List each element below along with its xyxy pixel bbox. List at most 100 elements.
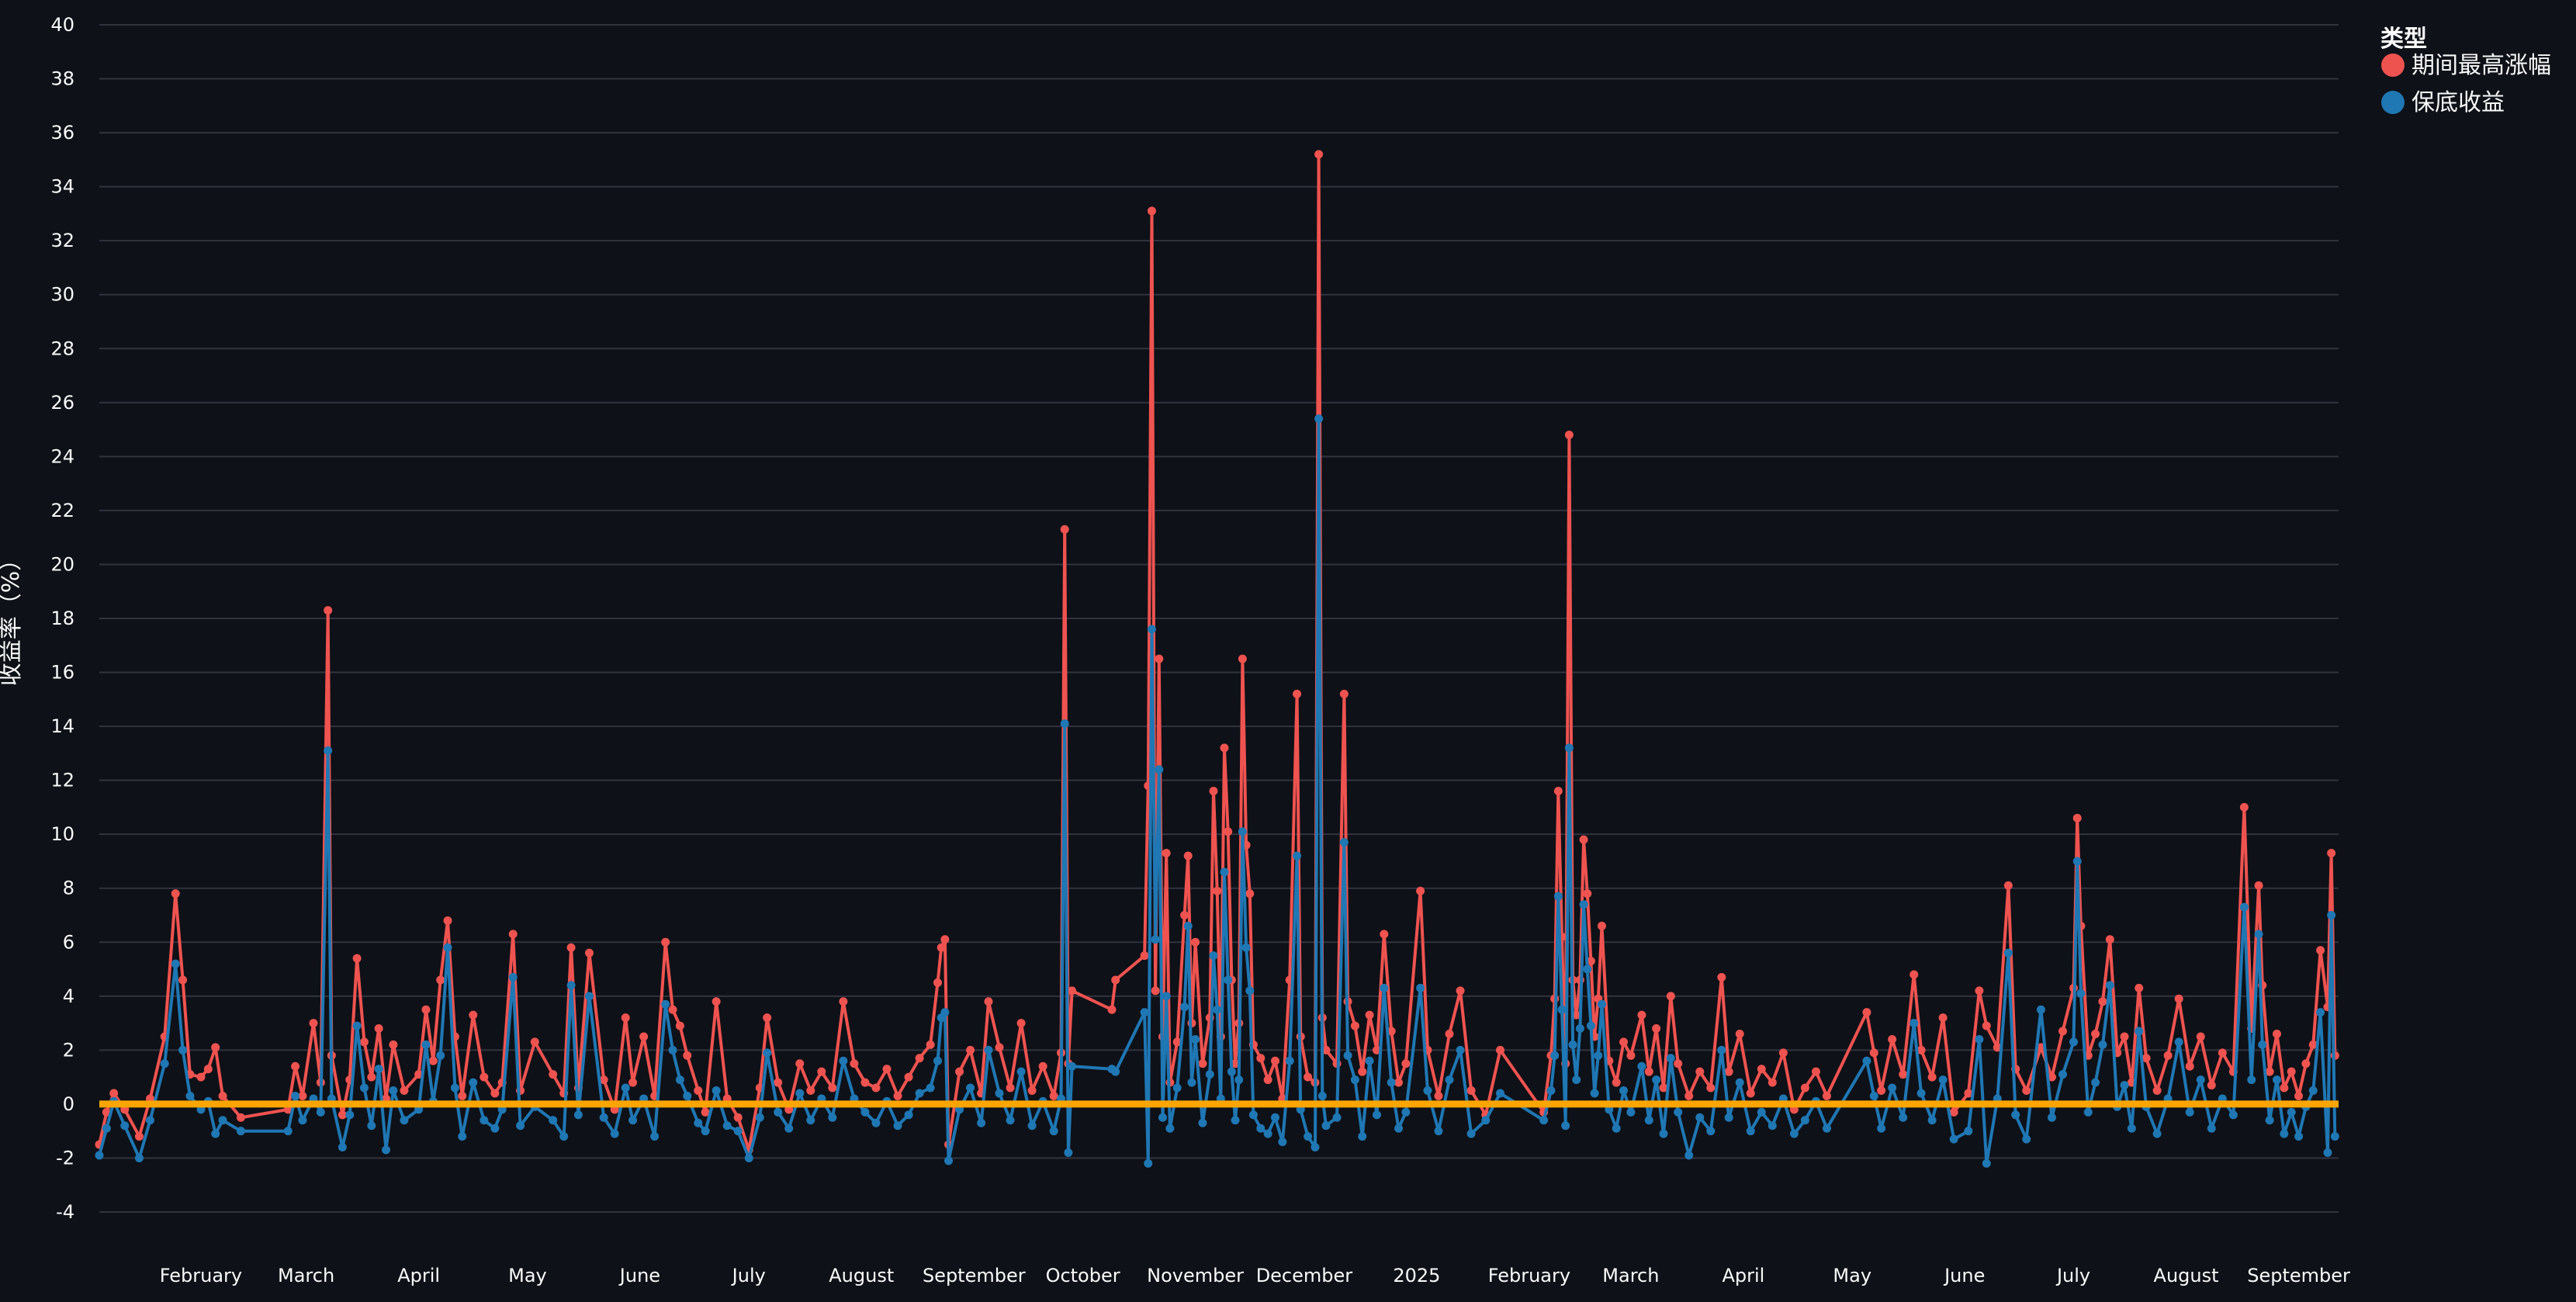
data-point[interactable] <box>1248 1110 1258 1120</box>
data-point[interactable] <box>1358 1132 1367 1141</box>
data-point[interactable] <box>661 999 670 1009</box>
data-point[interactable] <box>1339 838 1349 847</box>
data-point[interactable] <box>1964 1127 1973 1136</box>
data-point[interactable] <box>345 1110 355 1120</box>
data-point[interactable] <box>1155 765 1164 774</box>
data-point[interactable] <box>1612 1124 1621 1133</box>
data-point[interactable] <box>712 1086 721 1096</box>
data-point[interactable] <box>860 1107 870 1117</box>
line-chart[interactable]: -4-2024681012141618202224262830323436384… <box>0 0 2576 1299</box>
data-point[interactable] <box>712 997 721 1006</box>
data-point[interactable] <box>1550 1051 1560 1060</box>
data-point[interactable] <box>683 1091 692 1100</box>
data-point[interactable] <box>324 746 333 755</box>
data-point[interactable] <box>1888 1034 1897 1044</box>
data-point[interactable] <box>1180 1002 1189 1012</box>
data-point[interactable] <box>549 1116 558 1125</box>
data-point[interactable] <box>480 1116 489 1125</box>
data-point[interactable] <box>2185 1107 2194 1117</box>
data-point[interactable] <box>1869 1091 1878 1100</box>
data-point[interactable] <box>178 1045 188 1054</box>
data-point[interactable] <box>1496 1045 1505 1054</box>
data-point[interactable] <box>1746 1089 1755 1098</box>
data-point[interactable] <box>1717 1045 1726 1054</box>
data-point[interactable] <box>661 937 670 947</box>
data-point[interactable] <box>966 1045 975 1054</box>
data-point[interactable] <box>1394 1078 1404 1087</box>
data-point[interactable] <box>1982 1158 1991 1168</box>
data-point[interactable] <box>1706 1083 1716 1093</box>
data-point[interactable] <box>1350 1021 1359 1030</box>
data-point[interactable] <box>1869 1048 1878 1058</box>
data-point[interactable] <box>1358 1067 1367 1076</box>
data-point[interactable] <box>291 1091 300 1100</box>
data-point[interactable] <box>1684 1151 1694 1160</box>
data-point[interactable] <box>1674 1107 1683 1117</box>
data-point[interactable] <box>2098 1040 2107 1049</box>
data-point[interactable] <box>2174 1037 2183 1047</box>
data-point[interactable] <box>650 1132 660 1141</box>
data-point[interactable] <box>675 1075 684 1085</box>
data-point[interactable] <box>566 981 576 990</box>
data-point[interactable] <box>915 1089 924 1098</box>
data-point[interactable] <box>400 1086 409 1096</box>
data-point[interactable] <box>763 1013 772 1023</box>
data-point[interactable] <box>1380 983 1389 992</box>
data-point[interactable] <box>1539 1116 1549 1125</box>
data-point[interactable] <box>1144 1158 1153 1168</box>
data-point[interactable] <box>374 1024 383 1034</box>
data-point[interactable] <box>196 1072 206 1082</box>
data-point[interactable] <box>436 975 445 985</box>
data-point[interactable] <box>1666 992 1675 1001</box>
data-point[interactable] <box>1180 911 1189 919</box>
data-point[interactable] <box>1724 1067 1733 1076</box>
data-point[interactable] <box>2239 802 2249 812</box>
data-point[interactable] <box>701 1127 710 1136</box>
data-point[interactable] <box>904 1110 913 1120</box>
data-point[interactable] <box>134 1153 144 1162</box>
data-point[interactable] <box>1811 1067 1820 1076</box>
data-point[interactable] <box>309 1019 318 1028</box>
data-point[interactable] <box>102 1124 111 1133</box>
data-point[interactable] <box>450 1083 459 1093</box>
data-point[interactable] <box>2083 1107 2093 1117</box>
data-point[interactable] <box>1938 1013 1948 1023</box>
data-point[interactable] <box>1304 1132 1313 1141</box>
data-point[interactable] <box>1666 1054 1675 1063</box>
legend[interactable]: 类型 期间最高涨幅保底收益 <box>2380 26 2551 116</box>
data-point[interactable] <box>1659 1129 1668 1138</box>
data-point[interactable] <box>2105 935 2114 944</box>
data-point[interactable] <box>566 943 576 952</box>
data-point[interactable] <box>1619 1086 1629 1096</box>
data-point[interactable] <box>1583 964 1592 974</box>
data-point[interactable] <box>1191 937 1200 947</box>
data-point[interactable] <box>933 1056 942 1065</box>
data-point[interactable] <box>584 992 594 1001</box>
data-point[interactable] <box>774 1078 783 1087</box>
data-point[interactable] <box>1975 986 1984 996</box>
data-point[interactable] <box>2280 1129 2289 1138</box>
data-point[interactable] <box>428 1056 438 1065</box>
data-point[interactable] <box>694 1118 703 1127</box>
data-point[interactable] <box>120 1121 130 1131</box>
data-point[interactable] <box>2174 994 2183 1003</box>
data-point[interactable] <box>817 1067 826 1076</box>
data-point[interactable] <box>1652 1024 1661 1034</box>
data-point[interactable] <box>1909 970 1919 979</box>
data-point[interactable] <box>1213 886 1222 895</box>
data-point[interactable] <box>1564 743 1574 753</box>
data-point[interactable] <box>1401 1059 1411 1068</box>
data-point[interactable] <box>1198 1118 1207 1127</box>
data-point[interactable] <box>2098 997 2107 1006</box>
data-point[interactable] <box>1027 1086 1037 1096</box>
data-point[interactable] <box>1151 986 1160 996</box>
data-point[interactable] <box>298 1116 307 1125</box>
data-point[interactable] <box>458 1132 467 1141</box>
data-point[interactable] <box>1304 1072 1313 1082</box>
data-point[interactable] <box>774 1107 783 1117</box>
data-point[interactable] <box>2272 1075 2281 1085</box>
data-point[interactable] <box>2072 857 2082 866</box>
data-point[interactable] <box>2218 1048 2227 1058</box>
data-point[interactable] <box>1481 1116 1491 1125</box>
data-point[interactable] <box>2185 1061 2194 1071</box>
